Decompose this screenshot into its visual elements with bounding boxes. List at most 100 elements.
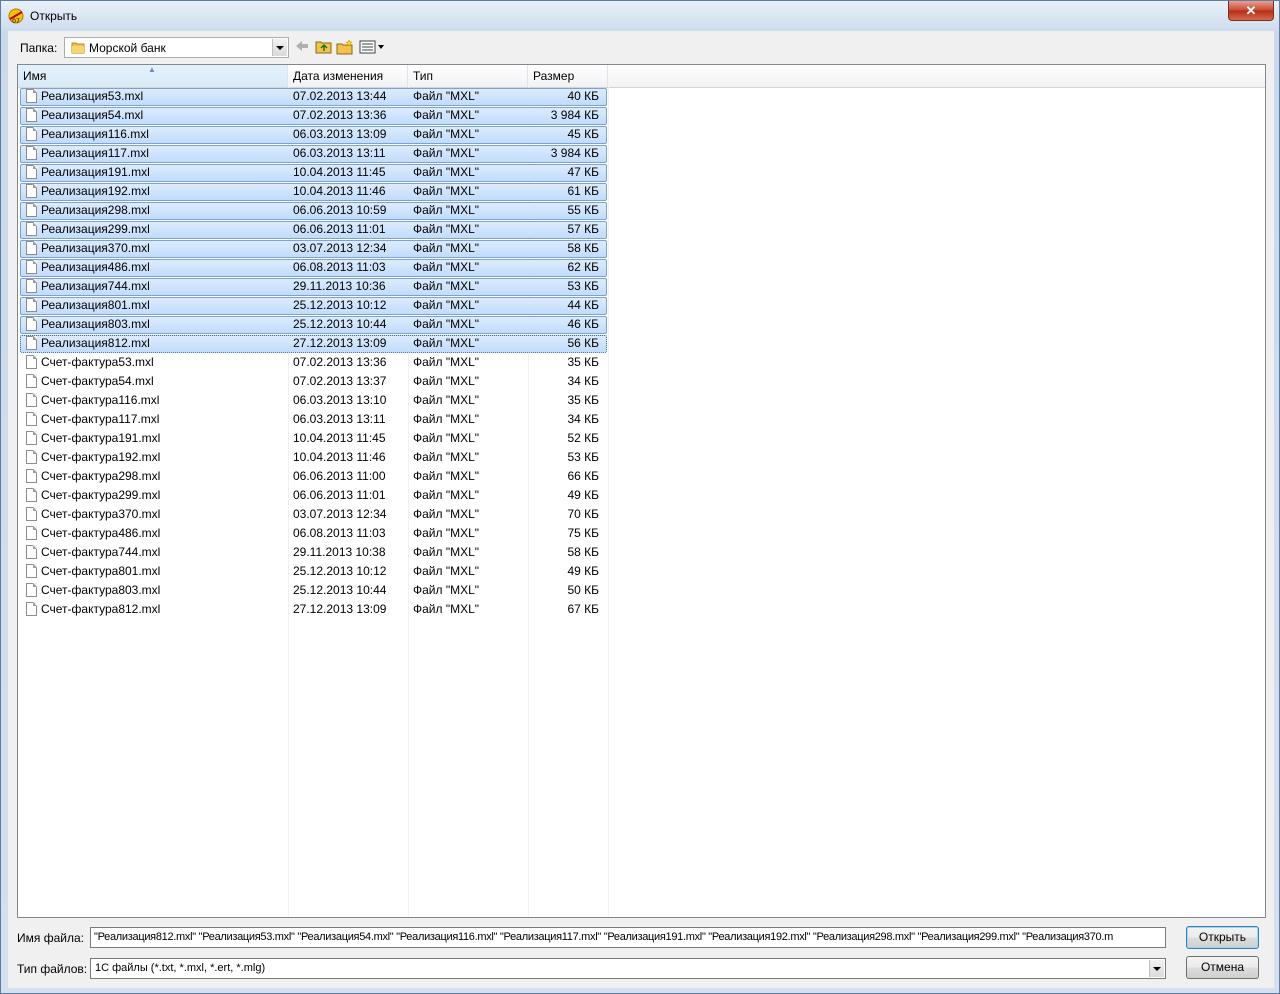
list-header: ▲ Имя Дата изменения Тип Размер [18, 65, 1265, 88]
file-date: 29.11.2013 10:38 [293, 545, 386, 559]
file-date: 10.04.2013 11:45 [293, 431, 386, 445]
file-size: 40 КБ [567, 89, 599, 103]
table-row[interactable]: Реализация486.mxl 06.08.2013 11:03 Файл "M… [18, 258, 608, 277]
file-icon [26, 317, 37, 331]
file-icon [26, 222, 37, 236]
file-size: 44 КБ [567, 298, 599, 312]
sort-up-icon: ▲ [148, 65, 156, 74]
table-row[interactable]: Счет-фактура117.mxl 06.03.2013 13:11 Файл … [18, 410, 608, 429]
column-header-type[interactable]: Тип [408, 65, 528, 87]
up-folder-icon[interactable] [315, 39, 333, 55]
table-row[interactable]: Реализация53.mxl 07.02.2013 13:44 Файл "MX… [18, 87, 608, 106]
column-header-size[interactable]: Размер [528, 65, 608, 87]
title-bar[interactable]: 07 Открыть ✕ [1, 1, 1279, 31]
table-row[interactable]: Счет-фактура191.mxl 10.04.2013 11:45 Файл … [18, 429, 608, 448]
folder-label: Папка: [20, 41, 58, 55]
table-row[interactable]: Реализация191.mxl 10.04.2013 11:45 Файл "M… [18, 163, 608, 182]
file-type: Файл "MXL" [413, 146, 480, 160]
file-name: Счет-фактура116.mxl [41, 393, 160, 407]
file-type: Файл "MXL" [413, 602, 480, 616]
table-row[interactable]: Реализация801.mxl 25.12.2013 10:12 Файл "M… [18, 296, 608, 315]
table-row[interactable]: Счет-фактура53.mxl 07.02.2013 13:36 Файл "… [18, 353, 608, 372]
file-icon [26, 469, 37, 483]
file-date: 10.04.2013 11:46 [293, 184, 386, 198]
table-row[interactable]: Счет-фактура370.mxl 03.07.2013 12:34 Файл … [18, 505, 608, 524]
file-date: 06.03.2013 13:11 [293, 146, 386, 160]
file-size: 3 984 КБ [550, 108, 599, 122]
file-type: Файл "MXL" [413, 564, 480, 578]
table-row[interactable]: Счет-фактура54.mxl 07.02.2013 13:37 Файл "… [18, 372, 608, 391]
filename-label: Имя файла: [17, 931, 84, 945]
table-row[interactable]: Реализация299.mxl 06.06.2013 11:01 Файл "M… [18, 220, 608, 239]
table-row[interactable]: Счет-фактура298.mxl 06.06.2013 11:00 Файл … [18, 467, 608, 486]
close-button[interactable]: ✕ [1228, 1, 1274, 21]
table-row[interactable]: Реализация192.mxl 10.04.2013 11:46 Файл "M… [18, 182, 608, 201]
chevron-down-icon[interactable] [1149, 960, 1164, 977]
table-row[interactable]: Счет-фактура116.mxl 06.03.2013 13:10 Файл … [18, 391, 608, 410]
table-row[interactable]: Реализация116.mxl 06.03.2013 13:09 Файл "M… [18, 125, 608, 144]
file-size: 75 КБ [567, 526, 599, 540]
table-row[interactable]: Реализация298.mxl 06.06.2013 10:59 Файл "M… [18, 201, 608, 220]
file-name: Реализация298.mxl [41, 203, 150, 217]
file-name: Реализация744.mxl [41, 279, 150, 293]
file-type: Файл "MXL" [413, 317, 480, 331]
table-row[interactable]: Счет-фактура299.mxl 06.06.2013 11:01 Файл … [18, 486, 608, 505]
file-type: Файл "MXL" [413, 412, 480, 426]
table-row[interactable]: Счет-фактура812.mxl 27.12.2013 13:09 Файл … [18, 600, 608, 619]
table-row[interactable]: Счет-фактура486.mxl 06.08.2013 11:03 Файл … [18, 524, 608, 543]
table-row[interactable]: Реализация370.mxl 03.07.2013 12:34 Файл "M… [18, 239, 608, 258]
file-type: Файл "MXL" [413, 431, 480, 445]
file-name: Счет-фактура54.mxl [41, 374, 154, 388]
file-size: 53 КБ [567, 450, 599, 464]
svg-text:07: 07 [12, 18, 20, 25]
file-size: 67 КБ [567, 602, 599, 616]
table-row[interactable]: Счет-фактура801.mxl 25.12.2013 10:12 Файл … [18, 562, 608, 581]
file-name: Реализация801.mxl [41, 298, 150, 312]
file-size: 52 КБ [567, 431, 599, 445]
folder-select[interactable]: Морской банк [64, 37, 289, 58]
table-row[interactable]: Реализация54.mxl 07.02.2013 13:36 Файл "MX… [18, 106, 608, 125]
file-icon [26, 241, 37, 255]
file-size: 35 КБ [567, 393, 599, 407]
file-name: Реализация192.mxl [41, 184, 150, 198]
file-icon [26, 336, 37, 350]
file-name: Счет-фактура812.mxl [41, 602, 161, 616]
file-size: 58 КБ [567, 545, 599, 559]
table-row[interactable]: Реализация803.mxl 25.12.2013 10:44 Файл "M… [18, 315, 608, 334]
file-name: Счет-фактура191.mxl [41, 431, 161, 445]
file-type: Файл "MXL" [413, 279, 480, 293]
filetype-select[interactable]: 1С файлы (*.txt, *.mxl, *.ert, *.mlg) [90, 958, 1166, 979]
table-row[interactable]: Реализация812.mxl 27.12.2013 13:09 Файл "M… [18, 334, 608, 353]
window-title: Открыть [30, 9, 78, 23]
cancel-button[interactable]: Отмена [1186, 956, 1259, 979]
back-arrow-icon[interactable] [293, 39, 311, 55]
table-row[interactable]: Счет-фактура192.mxl 10.04.2013 11:46 Файл … [18, 448, 608, 467]
table-row[interactable]: Счет-фактура744.mxl 29.11.2013 10:38 Файл … [18, 543, 608, 562]
file-name: Счет-фактура299.mxl [41, 488, 161, 502]
file-date: 27.12.2013 13:09 [293, 336, 387, 350]
file-size: 70 КБ [567, 507, 599, 521]
table-row[interactable]: Реализация117.mxl 06.03.2013 13:11 Файл "M… [18, 144, 608, 163]
file-list[interactable]: ▲ Имя Дата изменения Тип Размер Реализац… [17, 64, 1266, 918]
column-header-name[interactable]: ▲ Имя [18, 65, 288, 87]
table-row[interactable]: Реализация744.mxl 29.11.2013 10:36 Файл "M… [18, 277, 608, 296]
file-date: 03.07.2013 12:34 [293, 241, 387, 255]
new-folder-icon[interactable] [336, 39, 354, 55]
file-size: 35 КБ [567, 355, 599, 369]
file-date: 06.08.2013 11:03 [293, 260, 386, 274]
view-menu-icon[interactable] [359, 39, 387, 55]
column-header-date[interactable]: Дата изменения [288, 65, 408, 87]
filename-input[interactable]: "Реализация812.mxl" "Реализация53.mxl" "… [90, 927, 1166, 948]
table-row[interactable]: Счет-фактура803.mxl 25.12.2013 10:44 Файл … [18, 581, 608, 600]
file-type: Файл "MXL" [413, 526, 480, 540]
file-name: Счет-фактура801.mxl [41, 564, 161, 578]
file-icon [26, 298, 37, 312]
column-type-label: Тип [413, 69, 434, 83]
file-icon [26, 583, 37, 597]
chevron-down-icon[interactable] [272, 39, 287, 56]
file-icon [26, 260, 37, 274]
file-size: 47 КБ [567, 165, 599, 179]
file-type: Файл "MXL" [413, 165, 480, 179]
open-button[interactable]: Открыть [1186, 926, 1259, 949]
file-rows: Реализация53.mxl 07.02.2013 13:44 Файл "MX… [18, 87, 1265, 619]
